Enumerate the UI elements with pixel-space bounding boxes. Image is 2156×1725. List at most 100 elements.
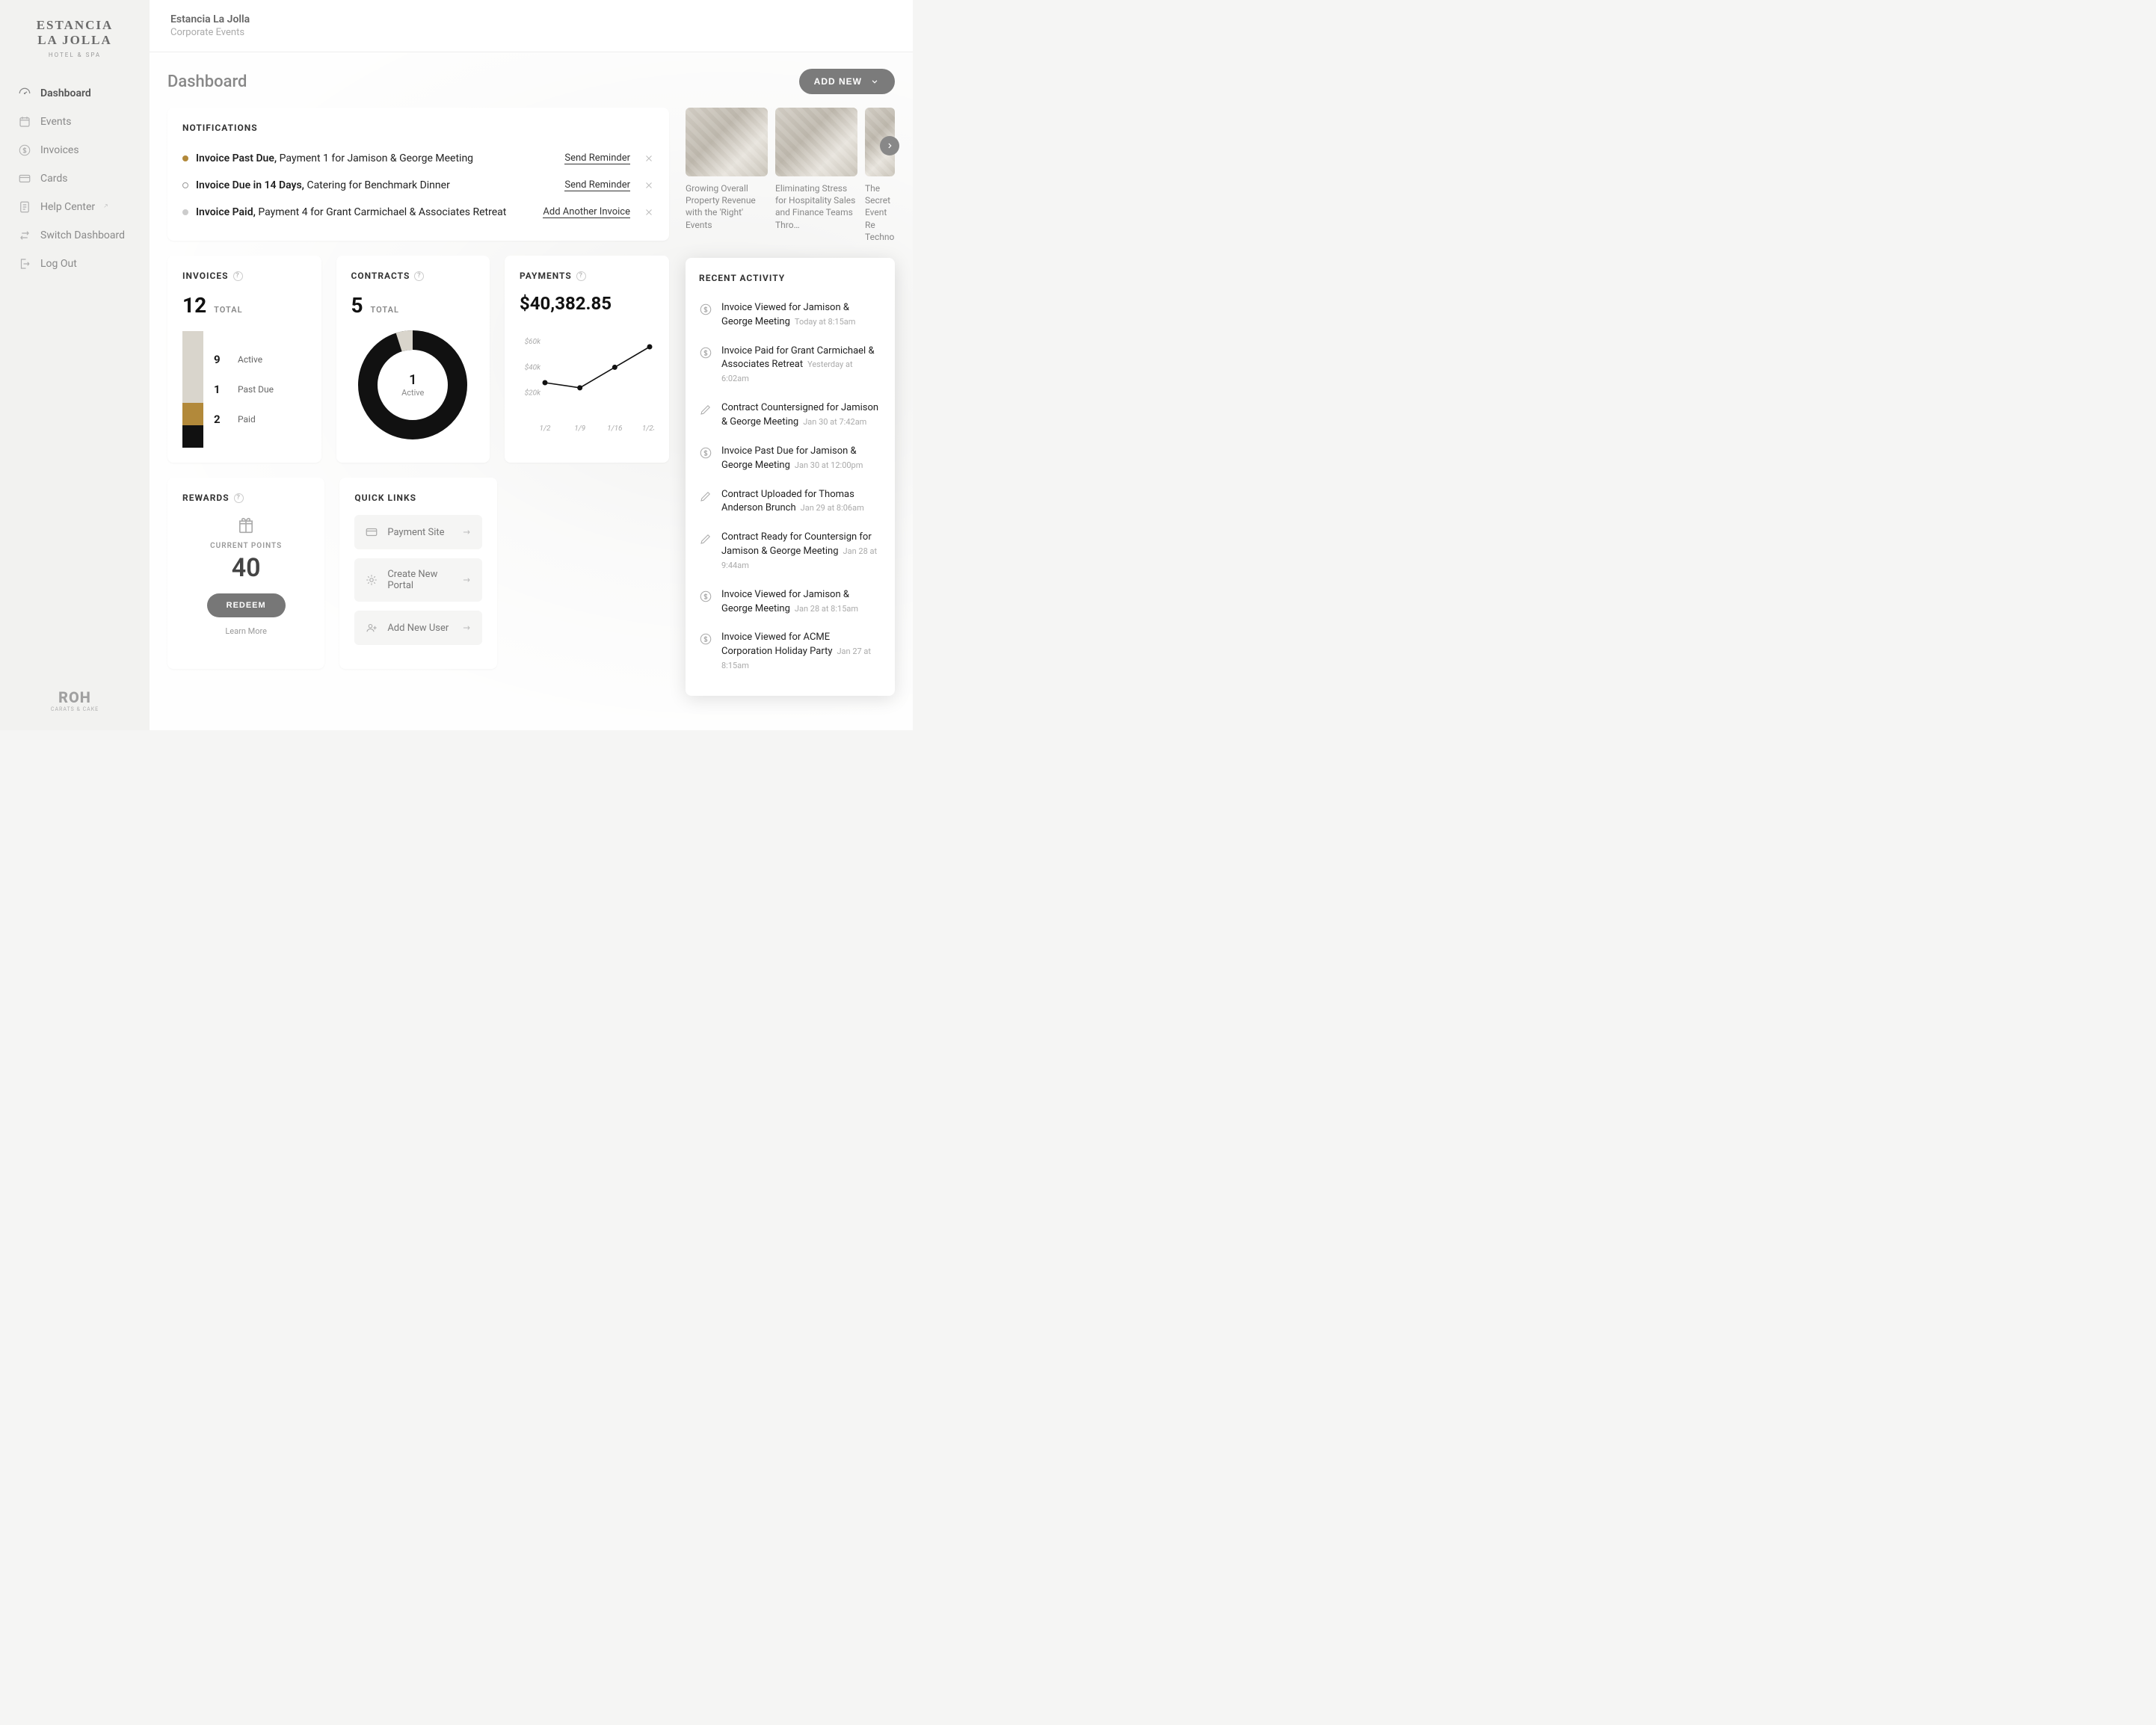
dollar-icon	[699, 346, 712, 359]
help-icon[interactable]: ?	[233, 271, 243, 281]
notification-text: Invoice Past Due, Payment 1 for Jamison …	[196, 152, 557, 164]
learn-more-link[interactable]: Learn More	[182, 626, 309, 636]
contracts-card: CONTRACTS ? 5 TOTAL 1	[336, 256, 490, 463]
status-dot	[182, 209, 188, 215]
quicklink-add-new-user[interactable]: Add New User	[354, 611, 481, 645]
gallery-item[interactable]: The Secret Event Re Technolo	[865, 108, 895, 243]
activity-time: Jan 30 at 12:00pm	[795, 460, 863, 470]
sidebar-item-events[interactable]: Events	[6, 108, 144, 136]
payments-card: PAYMENTS ? $40,382.85 $20k$40k$60k1/21/9…	[505, 256, 669, 463]
notifications-header: NOTIFICATIONS	[182, 123, 654, 133]
sidebar-footer: ROH CARATS & CAKE	[0, 688, 150, 712]
activity-row: Invoice Viewed for Jamison & George Meet…	[699, 581, 881, 624]
contracts-header: CONTRACTS	[351, 271, 410, 281]
help-icon[interactable]: ?	[414, 271, 424, 281]
logout-icon	[18, 257, 31, 271]
user-plus-icon	[365, 621, 378, 635]
gallery-item[interactable]: Growing Overall Property Revenue with th…	[686, 108, 768, 243]
sidebar: ESTANCIALA JOLLA HOTEL & SPA DashboardEv…	[0, 0, 150, 730]
gallery-thumbnail	[775, 108, 857, 176]
quicklink-label: Create New Portal	[387, 569, 452, 591]
notification-action[interactable]: Send Reminder	[564, 152, 630, 164]
status-dot	[182, 155, 188, 161]
sidebar-item-help-center[interactable]: Help Center	[6, 193, 144, 221]
svg-text:$40k: $40k	[525, 362, 541, 371]
dollar-icon	[699, 303, 712, 316]
sidebar-item-invoices[interactable]: Invoices	[6, 136, 144, 164]
pen-icon	[699, 532, 712, 546]
gift-icon	[235, 515, 256, 536]
sidebar-item-label: Invoices	[40, 144, 79, 156]
recent-activity-panel: RECENT ACTIVITY Invoice Viewed for Jamis…	[686, 258, 895, 696]
quicklink-create-new-portal[interactable]: Create New Portal	[354, 558, 481, 602]
activity-time: Jan 28 at 8:15am	[795, 604, 858, 614]
gallery-caption: The Secret Event Re Technolo	[865, 182, 895, 243]
invoice-breakdown-label: Paid	[238, 414, 256, 425]
gallery-caption: Growing Overall Property Revenue with th…	[686, 182, 768, 231]
quicklink-label: Payment Site	[387, 527, 452, 538]
svg-text:$60k: $60k	[525, 336, 541, 346]
invoices-header: INVOICES	[182, 271, 229, 281]
status-dot	[182, 182, 188, 188]
activity-time: Today at 8:15am	[795, 317, 856, 327]
article-gallery: Growing Overall Property Revenue with th…	[686, 108, 895, 243]
redeem-button[interactable]: REDEEM	[207, 593, 286, 617]
chevron-down-icon	[869, 76, 880, 87]
svg-text:1/16: 1/16	[607, 425, 622, 433]
switch-icon	[18, 229, 31, 242]
svg-text:1/9: 1/9	[574, 425, 585, 433]
svg-text:$20k: $20k	[525, 388, 541, 398]
sidebar-item-log-out[interactable]: Log Out	[6, 250, 144, 278]
sidebar-item-label: Cards	[40, 173, 67, 185]
help-icon[interactable]: ?	[234, 493, 244, 503]
dollar-icon	[699, 446, 712, 460]
notification-row: Invoice Due in 14 Days, Catering for Ben…	[182, 172, 654, 199]
help-icon[interactable]: ?	[576, 271, 586, 281]
invoices-card: INVOICES ? 12 TOTAL 9Active1Past Due2Pai…	[167, 256, 321, 463]
recent-activity-header: RECENT ACTIVITY	[699, 273, 881, 283]
quicklink-payment-site[interactable]: Payment Site	[354, 515, 481, 549]
invoice-breakdown-label: Active	[238, 354, 262, 365]
card-icon	[18, 172, 31, 185]
gallery-next-button[interactable]	[880, 136, 899, 155]
notification-action[interactable]: Send Reminder	[564, 179, 630, 191]
notification-action[interactable]: Add Another Invoice	[543, 206, 630, 218]
footer-logo: ROH	[15, 688, 135, 706]
dollar-icon	[699, 590, 712, 603]
activity-row: Invoice Past Due for Jamison & George Me…	[699, 437, 881, 481]
header-subtitle: Corporate Events	[170, 27, 892, 38]
svg-text:1/23: 1/23	[642, 425, 654, 433]
dollar-icon	[18, 144, 31, 157]
close-icon[interactable]	[644, 180, 654, 191]
pen-icon	[699, 403, 712, 416]
activity-row: Contract Countersigned for Jamison & Geo…	[699, 394, 881, 437]
brand-logo: ESTANCIALA JOLLA HOTEL & SPA	[0, 18, 150, 58]
invoices-total: 12	[182, 293, 206, 318]
card-icon	[365, 525, 378, 539]
rewards-card: REWARDS ? CURRENT POINTS 40 REDEEM Learn…	[167, 478, 324, 669]
activity-row: Invoice Viewed for ACME Corporation Holi…	[699, 623, 881, 681]
gear-icon	[365, 573, 378, 587]
sidebar-item-switch-dashboard[interactable]: Switch Dashboard	[6, 221, 144, 250]
activity-row: Invoice Paid for Grant Carmichael & Asso…	[699, 337, 881, 395]
header-title: Estancia La Jolla	[170, 13, 892, 25]
close-icon[interactable]	[644, 207, 654, 217]
sidebar-item-label: Log Out	[40, 258, 77, 270]
close-icon[interactable]	[644, 153, 654, 164]
sidebar-item-cards[interactable]: Cards	[6, 164, 144, 193]
rewards-points: 40	[182, 553, 309, 583]
gallery-item[interactable]: Eliminating Stress for Hospitality Sales…	[775, 108, 857, 243]
arrow-right-icon	[461, 527, 472, 537]
rewards-header: REWARDS	[182, 493, 230, 503]
pen-icon	[699, 490, 712, 503]
help-icon	[18, 200, 31, 214]
activity-row: Invoice Viewed for Jamison & George Meet…	[699, 294, 881, 337]
notification-text: Invoice Due in 14 Days, Catering for Ben…	[196, 179, 557, 191]
add-new-button[interactable]: ADD NEW	[799, 69, 895, 94]
arrow-right-icon	[461, 575, 472, 585]
sidebar-item-dashboard[interactable]: Dashboard	[6, 79, 144, 108]
activity-time: Jan 30 at 7:42am	[803, 417, 866, 427]
notification-text: Invoice Paid, Payment 4 for Grant Carmic…	[196, 206, 535, 218]
payments-header: PAYMENTS	[520, 271, 572, 281]
quicklink-label: Add New User	[387, 623, 452, 634]
